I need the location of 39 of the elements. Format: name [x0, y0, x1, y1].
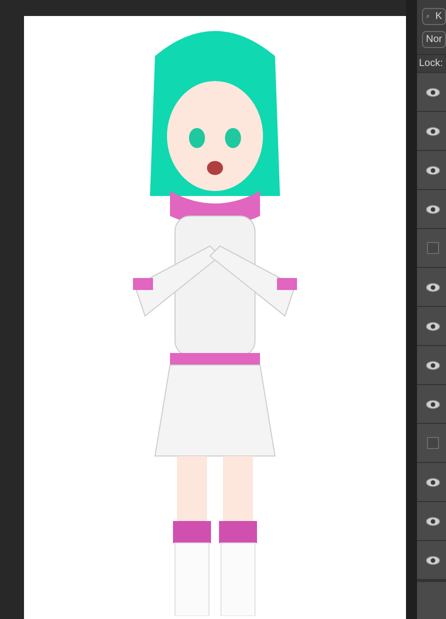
visibility-toggle[interactable] — [426, 125, 440, 137]
layer-row[interactable] — [417, 111, 446, 150]
layer-row[interactable] — [417, 384, 446, 423]
eye-icon — [426, 88, 440, 96]
eye-icon — [426, 166, 440, 174]
eye-icon — [426, 400, 440, 408]
eye-icon — [426, 478, 440, 486]
visibility-toggle[interactable] — [426, 359, 440, 371]
layer-row[interactable] — [417, 306, 446, 345]
visibility-toggle[interactable] — [426, 398, 440, 410]
visibility-toggle[interactable] — [426, 242, 440, 254]
search-field[interactable]: K — [422, 8, 446, 25]
layer-row[interactable] — [417, 189, 446, 228]
visibility-toggle[interactable] — [426, 320, 440, 332]
visibility-toggle[interactable] — [426, 86, 440, 98]
visibility-toggle[interactable] — [426, 437, 440, 449]
layer-row[interactable] — [417, 72, 446, 111]
visibility-toggle[interactable] — [426, 281, 440, 293]
eye-icon — [426, 556, 440, 564]
visibility-toggle[interactable] — [426, 164, 440, 176]
eye-icon — [426, 322, 440, 330]
layer-row[interactable] — [417, 267, 446, 306]
layer-row[interactable] — [417, 540, 446, 579]
eye-icon — [426, 204, 440, 214]
visibility-toggle[interactable] — [426, 203, 440, 215]
visibility-toggle[interactable] — [426, 476, 440, 488]
eye-icon — [426, 360, 440, 370]
visibility-toggle[interactable] — [426, 515, 440, 527]
layer-row[interactable] — [417, 150, 446, 189]
search-value: K — [435, 10, 442, 24]
visibility-toggle[interactable] — [426, 554, 440, 566]
eye-icon — [426, 126, 440, 136]
layer-row[interactable] — [417, 462, 446, 501]
lock-label: Lock: — [419, 56, 443, 71]
blend-mode-dropdown[interactable]: Nor — [422, 30, 446, 48]
layer-row[interactable] — [417, 345, 446, 384]
layer-row[interactable] — [417, 501, 446, 540]
eye-icon — [426, 282, 440, 292]
eye-icon — [426, 516, 440, 526]
